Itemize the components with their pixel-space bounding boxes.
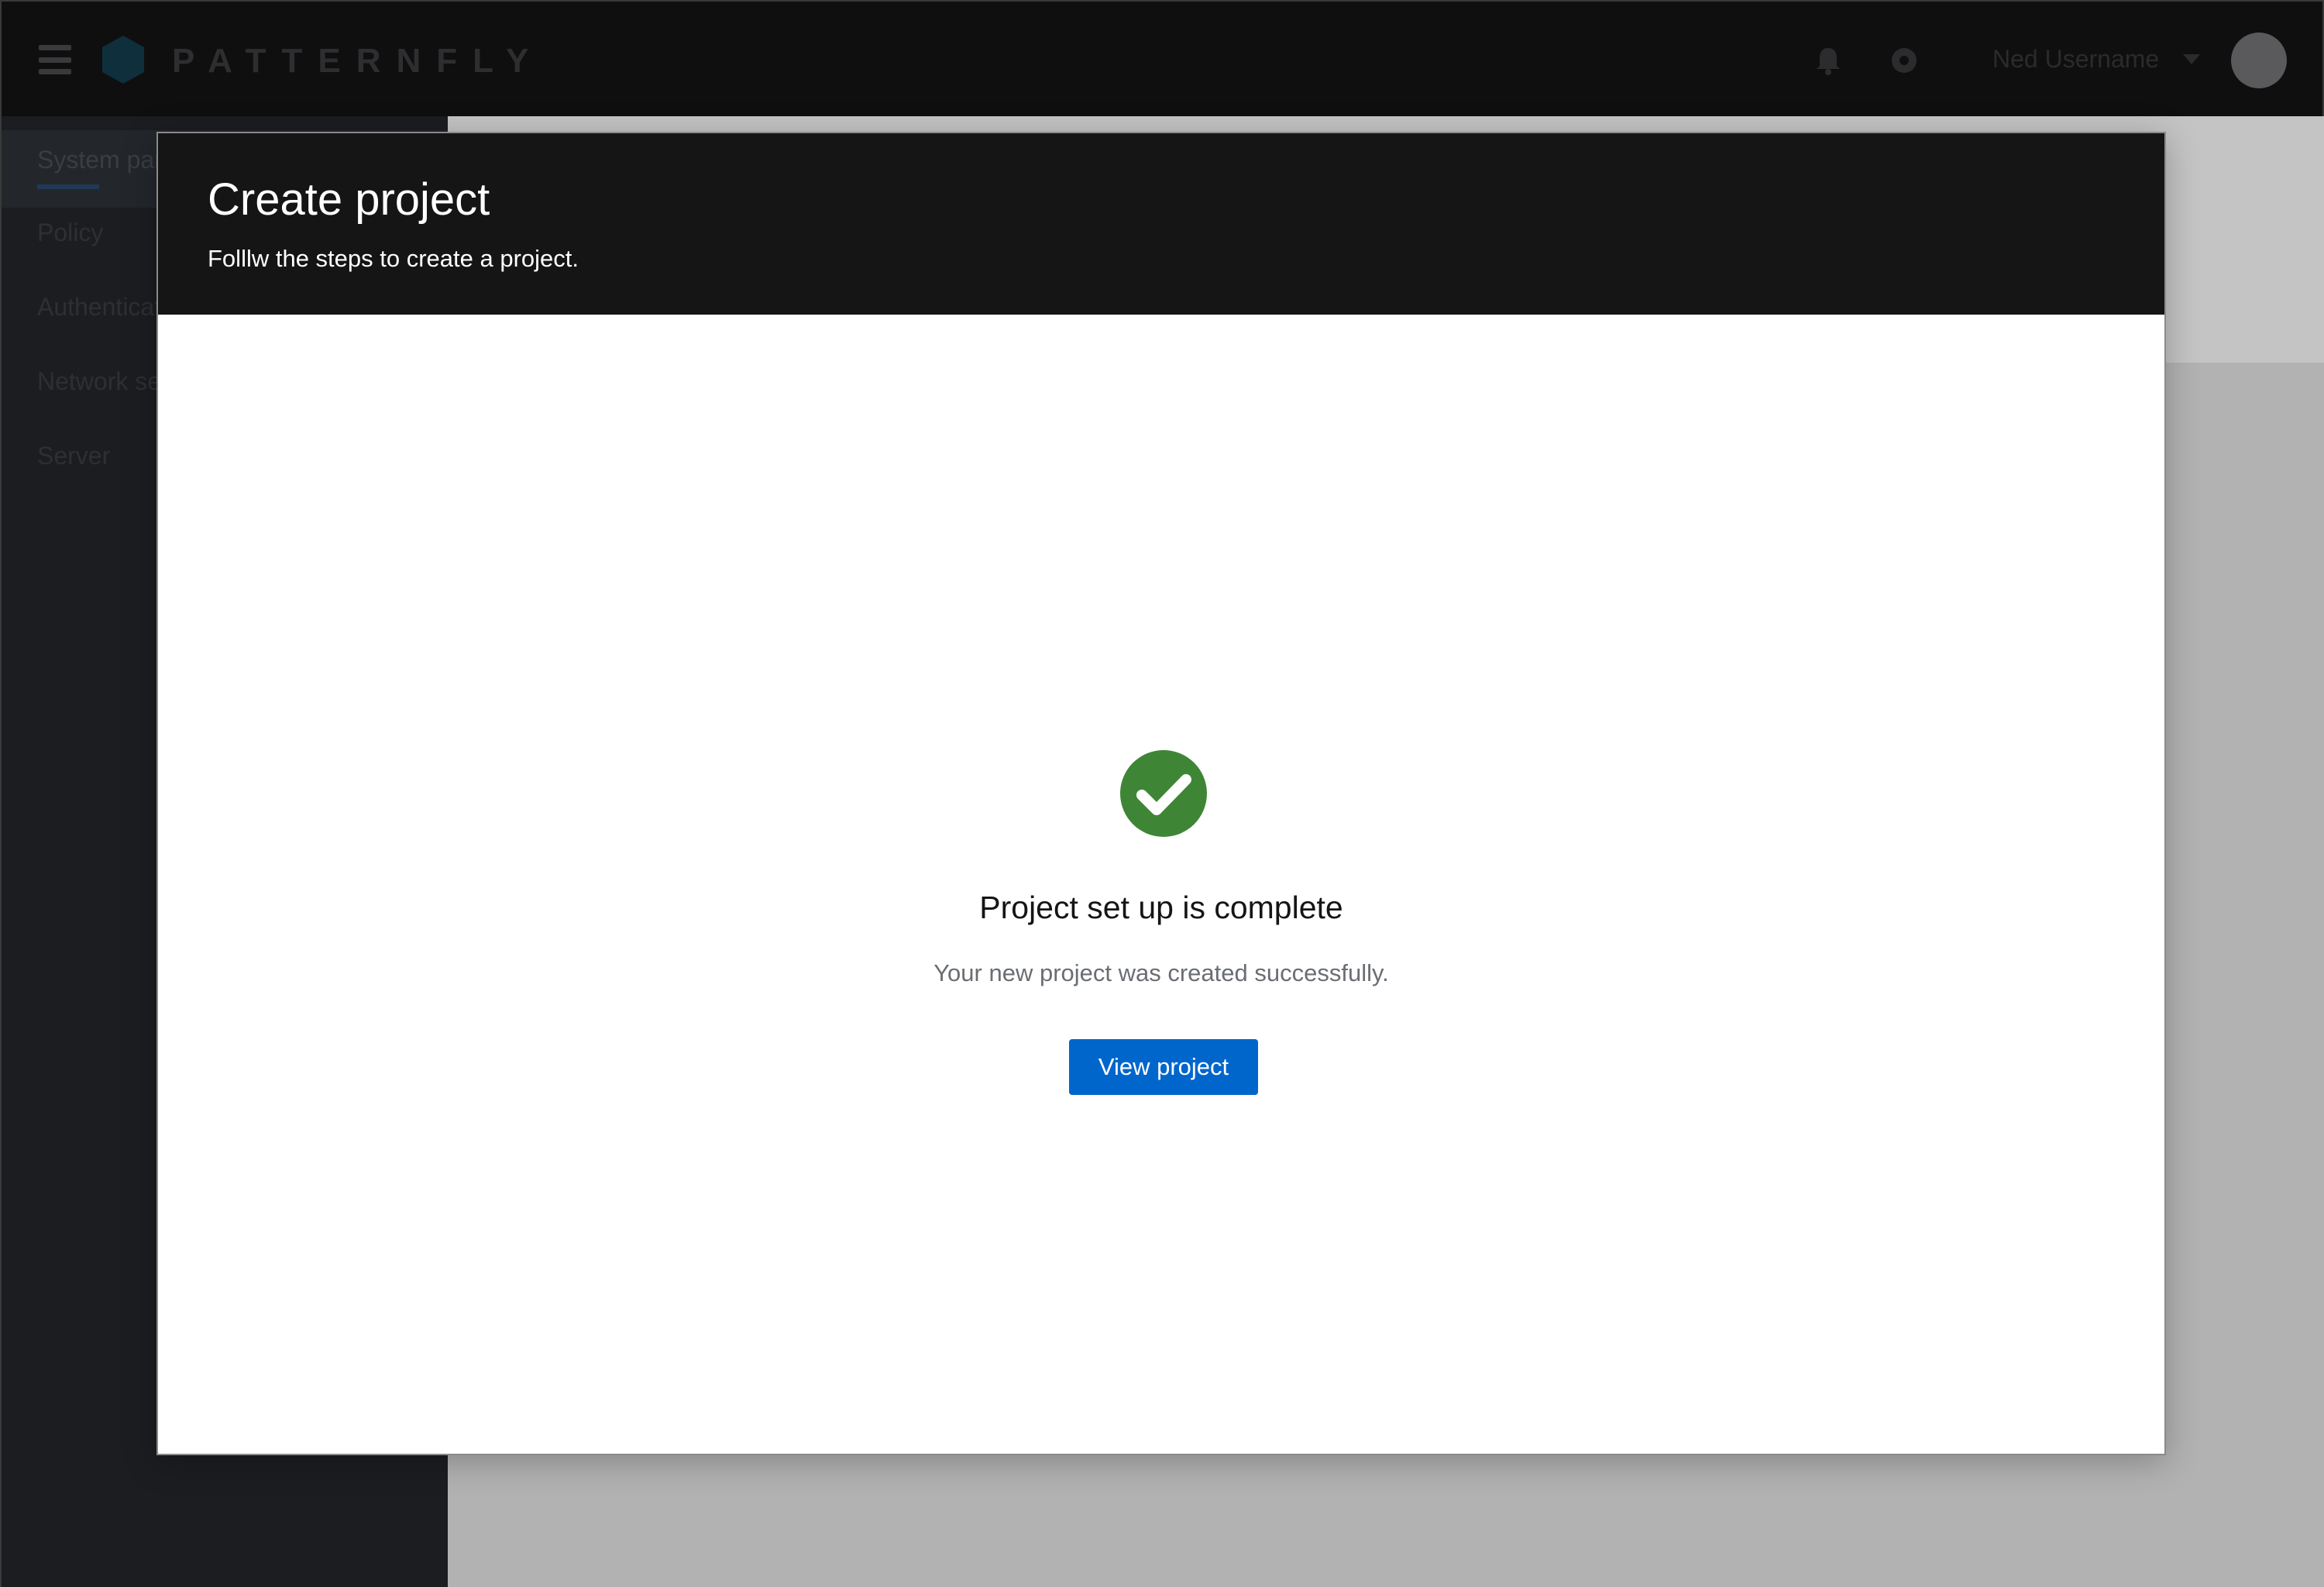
caret-down-icon[interactable] — [2181, 53, 2202, 67]
masthead: PATTERNFLY Ned Username — [0, 0, 2324, 116]
check-circle-icon — [1120, 750, 1207, 837]
modal-header: Create project Folllw the steps to creat… — [158, 133, 2164, 315]
avatar[interactable] — [2231, 33, 2287, 88]
logo-icon — [102, 36, 144, 84]
user-menu-label[interactable]: Ned Username — [1992, 45, 2159, 74]
hamburger-menu-icon[interactable] — [39, 45, 71, 74]
finish-title: Project set up is complete — [979, 890, 1343, 925]
gear-icon[interactable] — [1887, 43, 1921, 77]
modal-title: Create project — [208, 174, 490, 225]
create-project-modal: Create project Folllw the steps to creat… — [156, 132, 2166, 1455]
bell-icon[interactable] — [1813, 45, 1844, 76]
view-project-button[interactable]: View project — [1069, 1039, 1258, 1095]
modal-description: Folllw the steps to create a project. — [208, 245, 579, 272]
brand-name: PATTERNFLY — [172, 42, 545, 80]
finish-message: Your new project was created successfull… — [933, 959, 1389, 986]
app-root: PATTERNFLY Ned Username System panel Pol… — [0, 0, 2324, 1587]
sidebar-active-indicator — [37, 184, 99, 189]
sidebar-item[interactable]: Policy — [37, 219, 103, 247]
wizard-finish-step: Project set up is complete Your new proj… — [158, 315, 2164, 1454]
sidebar-item[interactable]: Server — [37, 442, 110, 470]
